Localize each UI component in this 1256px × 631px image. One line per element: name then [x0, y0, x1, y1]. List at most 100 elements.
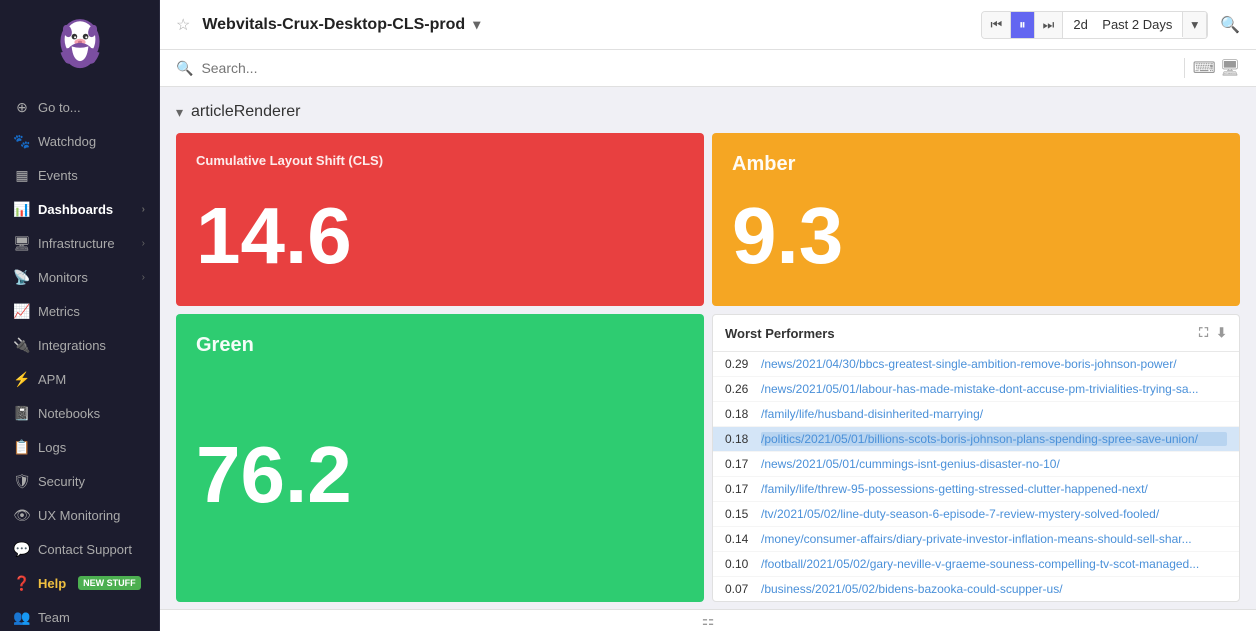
time-range-control: ⏮ ⏸ ⏭ 2d Past 2 Days ▾ [981, 11, 1208, 39]
worst-score: 0.14 [725, 532, 761, 546]
sidebar-item-infrastructure[interactable]: 🖥 Infrastructure › [0, 226, 159, 260]
favorite-star-icon[interactable]: ☆ [176, 15, 190, 35]
worst-url[interactable]: /news/2021/05/01/cummings-isnt-genius-di… [761, 457, 1227, 471]
worst-score: 0.26 [725, 382, 761, 396]
dashboard-title: Webvitals-Crux-Desktop-CLS-prod ▾ [202, 16, 480, 34]
search-input[interactable] [201, 60, 1175, 76]
security-icon: 🛡 [14, 473, 30, 489]
logo-container [0, 0, 159, 90]
sidebar-item-metrics[interactable]: 📈 Metrics [0, 294, 159, 328]
time-range-dropdown-button[interactable]: ▾ [1183, 12, 1207, 38]
amber-card-value: 9.3 [732, 176, 1220, 286]
worst-performer-row[interactable]: 0.18/family/life/husband-disinherited-ma… [713, 402, 1239, 427]
logs-icon: 📋 [14, 439, 30, 455]
worst-score: 0.10 [725, 557, 761, 571]
dashboard-grid: Cumulative Layout Shift (CLS) 14.6 Amber… [176, 133, 1240, 602]
monitor-icon: 🖥 [1220, 58, 1240, 78]
main-content: ☆ Webvitals-Crux-Desktop-CLS-prod ▾ ⏮ ⏸ … [160, 0, 1256, 631]
download-icon[interactable]: ⬇ [1216, 325, 1227, 341]
worst-url[interactable]: /money/consumer-affairs/diary-private-in… [761, 532, 1227, 546]
sidebar-item-logs[interactable]: 📋 Logs [0, 430, 159, 464]
worst-performers-header: Worst Performers ⛶ ⬇ [713, 315, 1239, 352]
sidebar-item-label: APM [38, 372, 66, 387]
sidebar-item-notebooks[interactable]: 📓 Notebooks [0, 396, 159, 430]
sidebar-item-label: Contact Support [38, 542, 132, 557]
sidebar-item-integrations[interactable]: 🔌 Integrations [0, 328, 159, 362]
grid-view-icon[interactable]: ⚏ [702, 612, 715, 629]
sidebar-item-dashboards[interactable]: 📊 Dashboards › [0, 192, 159, 226]
worst-performer-row[interactable]: 0.29/news/2021/04/30/bbcs-greatest-singl… [713, 352, 1239, 377]
worst-url[interactable]: /news/2021/05/01/labour-has-made-mistake… [761, 382, 1227, 396]
amber-metric-card: Amber 9.3 [712, 133, 1240, 306]
help-badge: NEW STUFF [78, 576, 141, 590]
worst-url[interactable]: /tv/2021/05/02/line-duty-season-6-episod… [761, 507, 1227, 521]
monitors-icon: 📡 [14, 269, 30, 285]
apm-icon: ⚡ [14, 371, 30, 387]
sidebar-item-watchdog[interactable]: 🐾 Watchdog [0, 124, 159, 158]
integrations-icon: 🔌 [14, 337, 30, 353]
metrics-icon: 📈 [14, 303, 30, 319]
topbar: ☆ Webvitals-Crux-Desktop-CLS-prod ▾ ⏮ ⏸ … [160, 0, 1256, 50]
worst-performer-row[interactable]: 0.14/money/consumer-affairs/diary-privat… [713, 527, 1239, 552]
worst-performer-row[interactable]: 0.17/family/life/threw-95-possessions-ge… [713, 477, 1239, 502]
worst-url[interactable]: /business/2021/05/02/bidens-bazooka-coul… [761, 582, 1227, 596]
chevron-right-icon: › [142, 272, 145, 283]
worst-performer-row[interactable]: 0.26/news/2021/05/01/labour-has-made-mis… [713, 377, 1239, 402]
time-play-pause-button[interactable]: ⏸ [1011, 12, 1035, 38]
time-range-short: 2d Past 2 Days [1063, 12, 1183, 37]
sidebar-item-ux[interactable]: 👁 UX Monitoring [0, 498, 159, 532]
infrastructure-icon: 🖥 [14, 235, 30, 251]
worst-performer-row[interactable]: 0.17/news/2021/05/01/cummings-isnt-geniu… [713, 452, 1239, 477]
dashboard-content: ▾ articleRenderer Cumulative Layout Shif… [160, 87, 1256, 609]
section-title: articleRenderer [191, 103, 300, 121]
sidebar-item-label: Help [38, 576, 66, 591]
sidebar-item-help[interactable]: ❓ Help NEW STUFF [0, 566, 159, 600]
goto-icon: ⊕ [14, 99, 30, 115]
sidebar-item-label: Go to... [38, 100, 81, 115]
worst-performer-row[interactable]: 0.18/politics/2021/05/01/billions-scots-… [713, 427, 1239, 452]
bottom-bar: ⚏ [160, 609, 1256, 631]
keyboard-icon: ⌨ [1193, 58, 1216, 78]
sidebar-item-label: Infrastructure [38, 236, 115, 251]
worst-performers-title: Worst Performers [725, 326, 835, 341]
green-metric-card: Green 76.2 [176, 314, 704, 602]
section-collapse-icon[interactable]: ▾ [176, 104, 183, 121]
worst-url[interactable]: /family/life/husband-disinherited-marryi… [761, 407, 1227, 421]
worst-url[interactable]: /news/2021/04/30/bbcs-greatest-single-am… [761, 357, 1227, 371]
dashboards-icon: 📊 [14, 201, 30, 217]
worst-score: 0.17 [725, 457, 761, 471]
sidebar-item-support[interactable]: 💬 Contact Support [0, 532, 159, 566]
title-chevron-icon[interactable]: ▾ [473, 16, 480, 33]
sidebar-item-label: Watchdog [38, 134, 96, 149]
search-magnifier-icon: 🔍 [176, 60, 193, 77]
sidebar-navigation: ⊕ Go to... 🐾 Watchdog ▦ Events 📊 Dashboa… [0, 90, 159, 631]
expand-icon[interactable]: ⛶ [1199, 325, 1208, 341]
search-divider [1184, 58, 1185, 78]
sidebar-item-team[interactable]: 👥 Team [0, 600, 159, 631]
time-prev-button[interactable]: ⏮ [982, 12, 1011, 38]
worst-score: 0.29 [725, 357, 761, 371]
sidebar-item-monitors[interactable]: 📡 Monitors › [0, 260, 159, 294]
worst-score: 0.07 [725, 582, 761, 596]
sidebar-item-security[interactable]: 🛡 Security [0, 464, 159, 498]
worst-score: 0.17 [725, 482, 761, 496]
worst-url[interactable]: /football/2021/05/02/gary-neville-v-grae… [761, 557, 1227, 571]
sidebar-item-label: Monitors [38, 270, 88, 285]
sidebar-item-label: Notebooks [38, 406, 100, 421]
sidebar-item-events[interactable]: ▦ Events [0, 158, 159, 192]
worst-performer-row[interactable]: 0.07/business/2021/05/02/bidens-bazooka-… [713, 577, 1239, 601]
sidebar-item-label: Dashboards [38, 202, 113, 217]
events-icon: ▦ [14, 167, 30, 183]
worst-performers-table: 0.29/news/2021/04/30/bbcs-greatest-singl… [713, 352, 1239, 601]
search-icon[interactable]: 🔍 [1220, 15, 1240, 35]
green-card-value: 76.2 [196, 415, 684, 525]
worst-performer-row[interactable]: 0.10/football/2021/05/02/gary-neville-v-… [713, 552, 1239, 577]
sidebar-item-label: Security [38, 474, 85, 489]
sidebar-item-apm[interactable]: ⚡ APM [0, 362, 159, 396]
time-next-button[interactable]: ⏭ [1035, 12, 1064, 38]
worst-performer-row[interactable]: 0.15/tv/2021/05/02/line-duty-season-6-ep… [713, 502, 1239, 527]
worst-url[interactable]: /politics/2021/05/01/billions-scots-bori… [761, 432, 1227, 446]
worst-url[interactable]: /family/life/threw-95-possessions-gettin… [761, 482, 1227, 496]
sidebar-item-label: Events [38, 168, 78, 183]
sidebar-item-goto[interactable]: ⊕ Go to... [0, 90, 159, 124]
